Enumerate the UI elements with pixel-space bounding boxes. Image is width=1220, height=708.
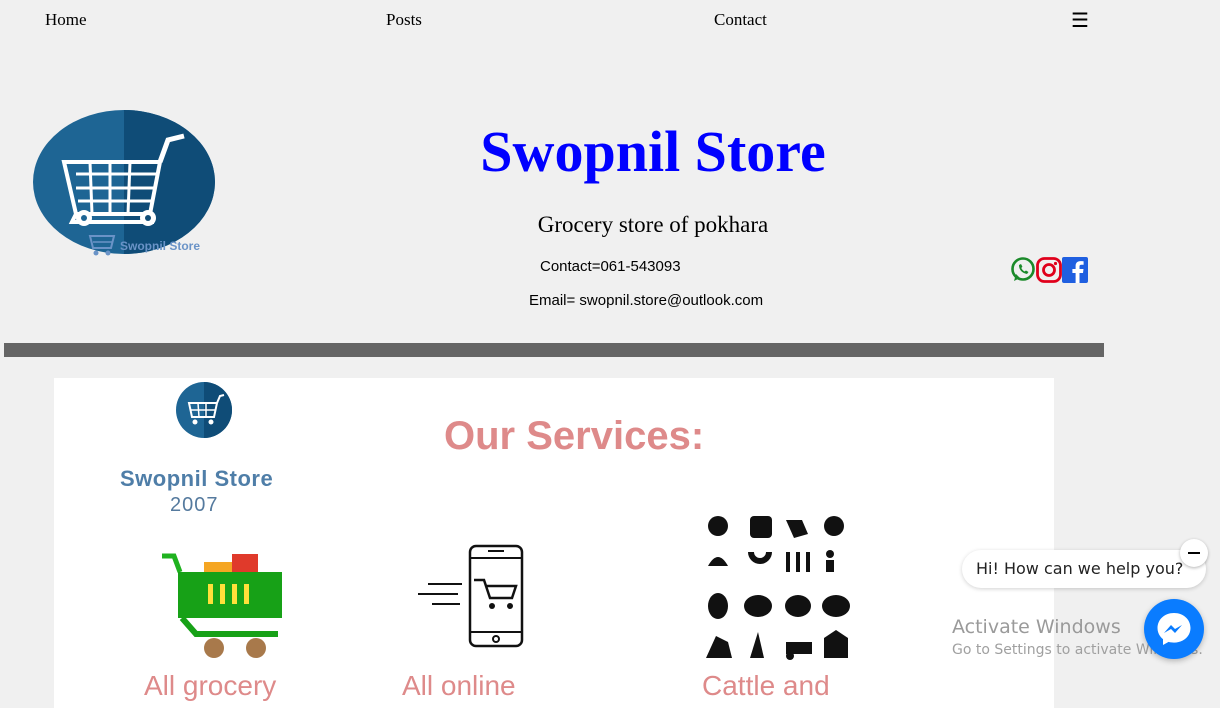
services-banner: Our Services: Swopnil Store 2007 All gro… (54, 378, 1054, 708)
page-title: Swopnil Store (480, 119, 826, 184)
banner-brand-name: Swopnil Store (120, 466, 274, 491)
facebook-icon[interactable] (1062, 257, 1088, 283)
page-subtitle: Grocery store of pokhara (537, 212, 769, 237)
hamburger-menu-icon[interactable]: ☰ (1071, 8, 1089, 33)
chat-greeting-bubble[interactable]: Hi! How can we help you? (962, 550, 1206, 588)
services-heading: Our Services: (444, 414, 705, 458)
contact-phone: Contact=061-543093 (540, 258, 681, 275)
nav-contact-link[interactable]: Contact (714, 10, 767, 30)
service-caption-cattle: Cattle and (702, 670, 830, 701)
messenger-icon (1157, 613, 1191, 645)
messenger-chat-button[interactable] (1144, 599, 1204, 659)
online-shopping-phone-icon (418, 544, 524, 648)
nav-posts-link[interactable]: Posts (386, 10, 422, 30)
service-caption-grocery: All grocery (144, 670, 277, 701)
banner-year: 2007 (170, 494, 219, 516)
top-nav: Home Posts Contact ☰ (0, 0, 1220, 42)
activate-windows-title: Activate Windows (952, 616, 1121, 638)
instagram-icon[interactable] (1036, 257, 1062, 283)
whatsapp-icon[interactable] (1010, 257, 1036, 283)
header-divider (4, 343, 1104, 357)
logo-text: Swopnil Store (120, 239, 200, 253)
service-caption-online: All online (402, 670, 516, 701)
farming-icons-grid (702, 508, 852, 660)
contact-email: Email= swopnil.store@outlook.com (529, 292, 764, 309)
nav-home-link[interactable]: Home (45, 10, 87, 30)
grocery-cart-icon (162, 553, 282, 658)
banner-logo-icon (176, 382, 232, 438)
chat-minimize-icon[interactable] (1180, 539, 1208, 567)
